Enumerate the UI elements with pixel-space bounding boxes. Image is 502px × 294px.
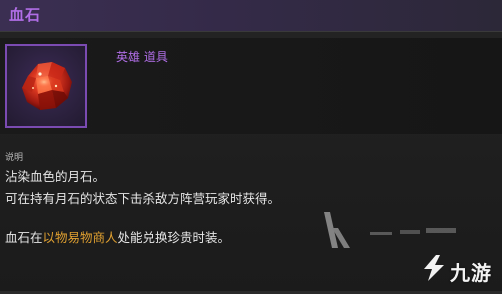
item-title: 血石	[9, 6, 42, 24]
watermark-text: 九游	[450, 261, 492, 285]
description-line: 可在持有月石的状态下击杀敌方阵营玩家时获得。	[5, 191, 281, 206]
description-text: 处能兑换珍贵时装。	[117, 230, 231, 245]
item-rarity: 英雄 道具	[116, 50, 168, 64]
description-line: 血石在以物易物商人处能兑换珍贵时装。	[5, 227, 230, 246]
item-icon-frame	[5, 44, 87, 128]
jiuyou-logo-icon	[424, 255, 444, 281]
title-bar: 血石	[0, 0, 502, 32]
description-heading: 说明	[5, 153, 24, 163]
divider	[0, 31, 502, 32]
item-tooltip: 血石 英雄 道具 说明 沾染血色的月石。 可在持有月石的状态下击杀敌方阵营玩家时…	[0, 0, 502, 294]
merchant-highlight: 以物易物商人	[42, 230, 118, 245]
red-gem-icon	[22, 62, 72, 110]
watermark-blur	[324, 212, 456, 248]
description-text: 血石在	[5, 230, 43, 245]
description-line: 沾染血色的月石。	[5, 169, 106, 184]
